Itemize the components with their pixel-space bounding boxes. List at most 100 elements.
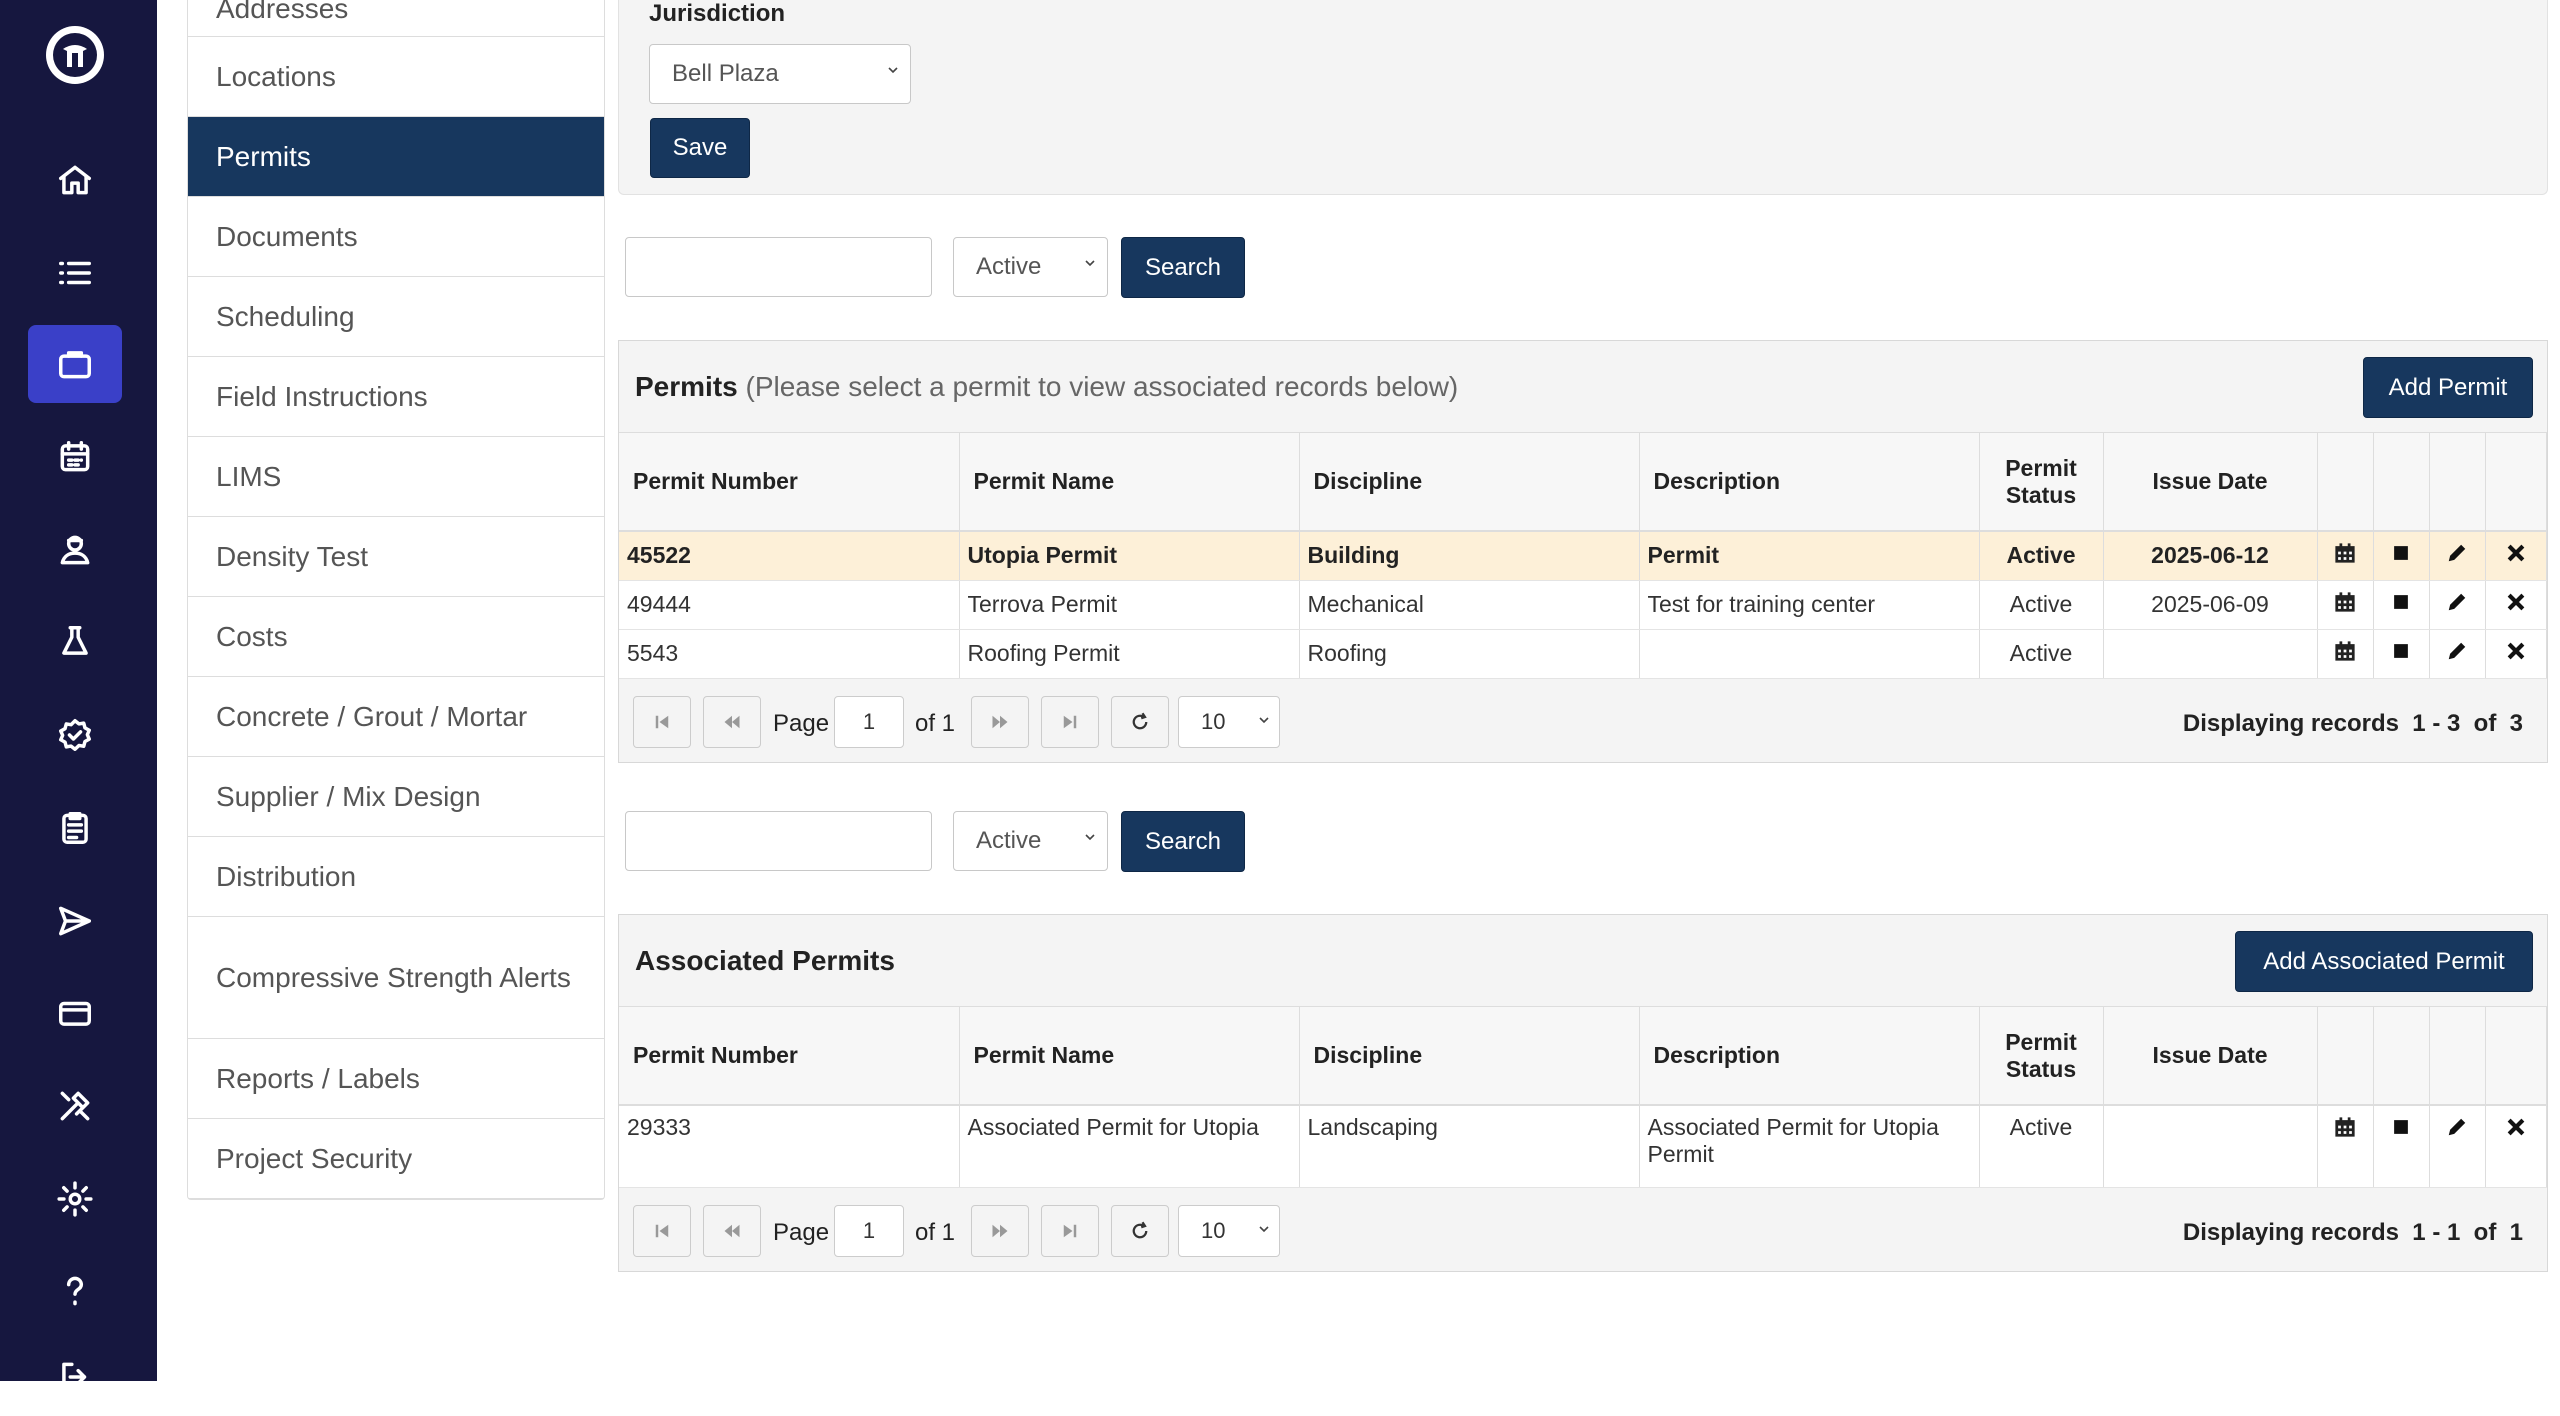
associated-search-input[interactable] [625,811,932,871]
menu-item[interactable]: Permits [188,117,604,197]
associated-search-button[interactable]: Search [1121,811,1245,872]
last-page-icon[interactable] [1041,1204,1099,1257]
delete-icon[interactable] [2505,543,2527,569]
menu-item[interactable]: Scheduling [188,277,604,357]
gear-icon[interactable] [28,1160,122,1238]
next-page-icon[interactable] [971,1204,1029,1257]
table-row[interactable]: 5543 Roofing Permit Roofing Active [619,629,2547,679]
menu-item[interactable]: Locations [188,37,604,117]
table-row[interactable]: 45522 Utopia Permit Building Permit Active 20… [619,531,2547,581]
cell-discipline: Mechanical [1299,580,1640,630]
stop-icon[interactable] [2390,592,2412,618]
column-header[interactable]: Permit Number [619,1007,960,1106]
per-page-select[interactable]: 10 [1178,1204,1280,1257]
column-header[interactable]: Issue Date [2103,1007,2318,1106]
last-page-icon[interactable] [1041,695,1099,748]
cell-status: Active [1979,531,2104,581]
logout-icon[interactable] [28,1338,122,1416]
briefcase-icon[interactable] [28,325,122,403]
column-header[interactable]: Description [1639,1007,1980,1106]
calendar-icon[interactable] [2334,543,2356,569]
first-page-icon[interactable] [633,695,691,748]
column-header[interactable]: Discipline [1299,433,1640,532]
permit-search-button[interactable]: Search [1121,237,1245,298]
delete-icon[interactable] [2505,641,2527,667]
column-header[interactable]: Description [1639,433,1980,532]
logo-icon[interactable] [43,23,107,87]
first-page-icon[interactable] [633,1204,691,1257]
credit-card-icon[interactable] [28,974,122,1052]
permit-search-input[interactable] [625,237,932,297]
per-page-select[interactable]: 10 [1178,695,1280,748]
column-header[interactable]: Permit Status [1979,1007,2104,1106]
menu-item[interactable]: Reports / Labels [188,1039,604,1119]
calendar-icon[interactable] [2334,1117,2356,1143]
table-row[interactable]: 49444 Terrova Permit Mechanical Test for tr… [619,580,2547,630]
permit-status-select[interactable]: Active [953,237,1108,297]
column-header[interactable]: Permit Status [1979,433,2104,532]
action-cell [2485,580,2547,630]
associated-panel: Associated Permits Add Associated Permit… [618,914,2548,1272]
stop-icon[interactable] [2390,543,2412,569]
calendar-icon[interactable] [2334,640,2356,667]
cell-date: 2025-06-09 [2103,580,2318,630]
associated-status-select[interactable]: Active [953,811,1108,871]
menu-item[interactable]: Addresses [188,0,604,37]
badge-check-icon[interactable] [28,696,122,774]
add-permit-button[interactable]: Add Permit [2363,357,2533,418]
save-button[interactable]: Save [650,118,750,178]
edit-icon[interactable] [2446,1117,2468,1143]
home-icon[interactable] [28,141,122,219]
flask-icon[interactable] [28,603,122,681]
prev-page-icon[interactable] [703,695,761,748]
action-column-header [2485,1007,2547,1106]
menu-item[interactable]: Distribution [188,837,604,917]
delete-icon[interactable] [2505,1117,2527,1143]
edit-icon[interactable] [2446,543,2468,569]
stop-icon[interactable] [2390,1117,2412,1143]
column-header[interactable]: Issue Date [2103,433,2318,532]
calendar-icon[interactable] [2334,591,2356,618]
cell-date [2103,629,2318,679]
action-column-header [2429,433,2486,532]
cell-status: Active [1979,580,2104,630]
delete-icon[interactable] [2505,592,2527,618]
jurisdiction-select[interactable]: Bell Plaza [649,44,911,104]
action-cell [2373,580,2430,630]
menu-item[interactable]: Supplier / Mix Design [188,757,604,837]
menu-item[interactable]: Costs [188,597,604,677]
send-icon[interactable] [28,882,122,960]
table-row[interactable]: 29333 Associated Permit for Utopia Landsca… [619,1105,2547,1188]
tools-icon[interactable] [28,1067,122,1145]
page-number-input[interactable]: 1 [834,1204,904,1257]
menu-item[interactable]: Documents [188,197,604,277]
permits-table: Permit Number Permit Name Discipline Descri… [619,433,2547,679]
calendar-icon[interactable] [28,418,122,496]
menu-item[interactable]: Concrete / Grout / Mortar [188,677,604,757]
question-icon[interactable] [28,1252,122,1330]
list-icon[interactable] [28,234,122,312]
column-header[interactable]: Permit Name [959,1007,1300,1106]
cell-number: 45522 [619,531,960,581]
column-header[interactable]: Permit Number [619,433,960,532]
user-icon[interactable] [28,511,122,589]
page-number-input[interactable]: 1 [834,695,904,748]
menu-item[interactable]: Density Test [188,517,604,597]
prev-page-icon[interactable] [703,1204,761,1257]
stop-icon[interactable] [2390,641,2412,667]
menu-item[interactable]: Field Instructions [188,357,604,437]
edit-icon[interactable] [2446,641,2468,667]
chevron-down-icon [1259,1225,1269,1232]
clipboard-icon[interactable] [28,789,122,867]
edit-icon[interactable] [2446,592,2468,618]
refresh-icon[interactable] [1111,1204,1169,1257]
menu-item[interactable]: Compressive Strength Alerts [188,917,604,1039]
column-header[interactable]: Permit Name [959,433,1300,532]
next-page-icon[interactable] [971,695,1029,748]
menu-item[interactable]: LIMS [188,437,604,517]
permits-pager: Page 1 of 1 10 Displaying records 1 - 3 of 3 [619,678,2547,762]
column-header[interactable]: Discipline [1299,1007,1640,1106]
add-associated-permit-button[interactable]: Add Associated Permit [2235,931,2533,992]
menu-item[interactable]: Project Security [188,1119,604,1199]
refresh-icon[interactable] [1111,695,1169,748]
